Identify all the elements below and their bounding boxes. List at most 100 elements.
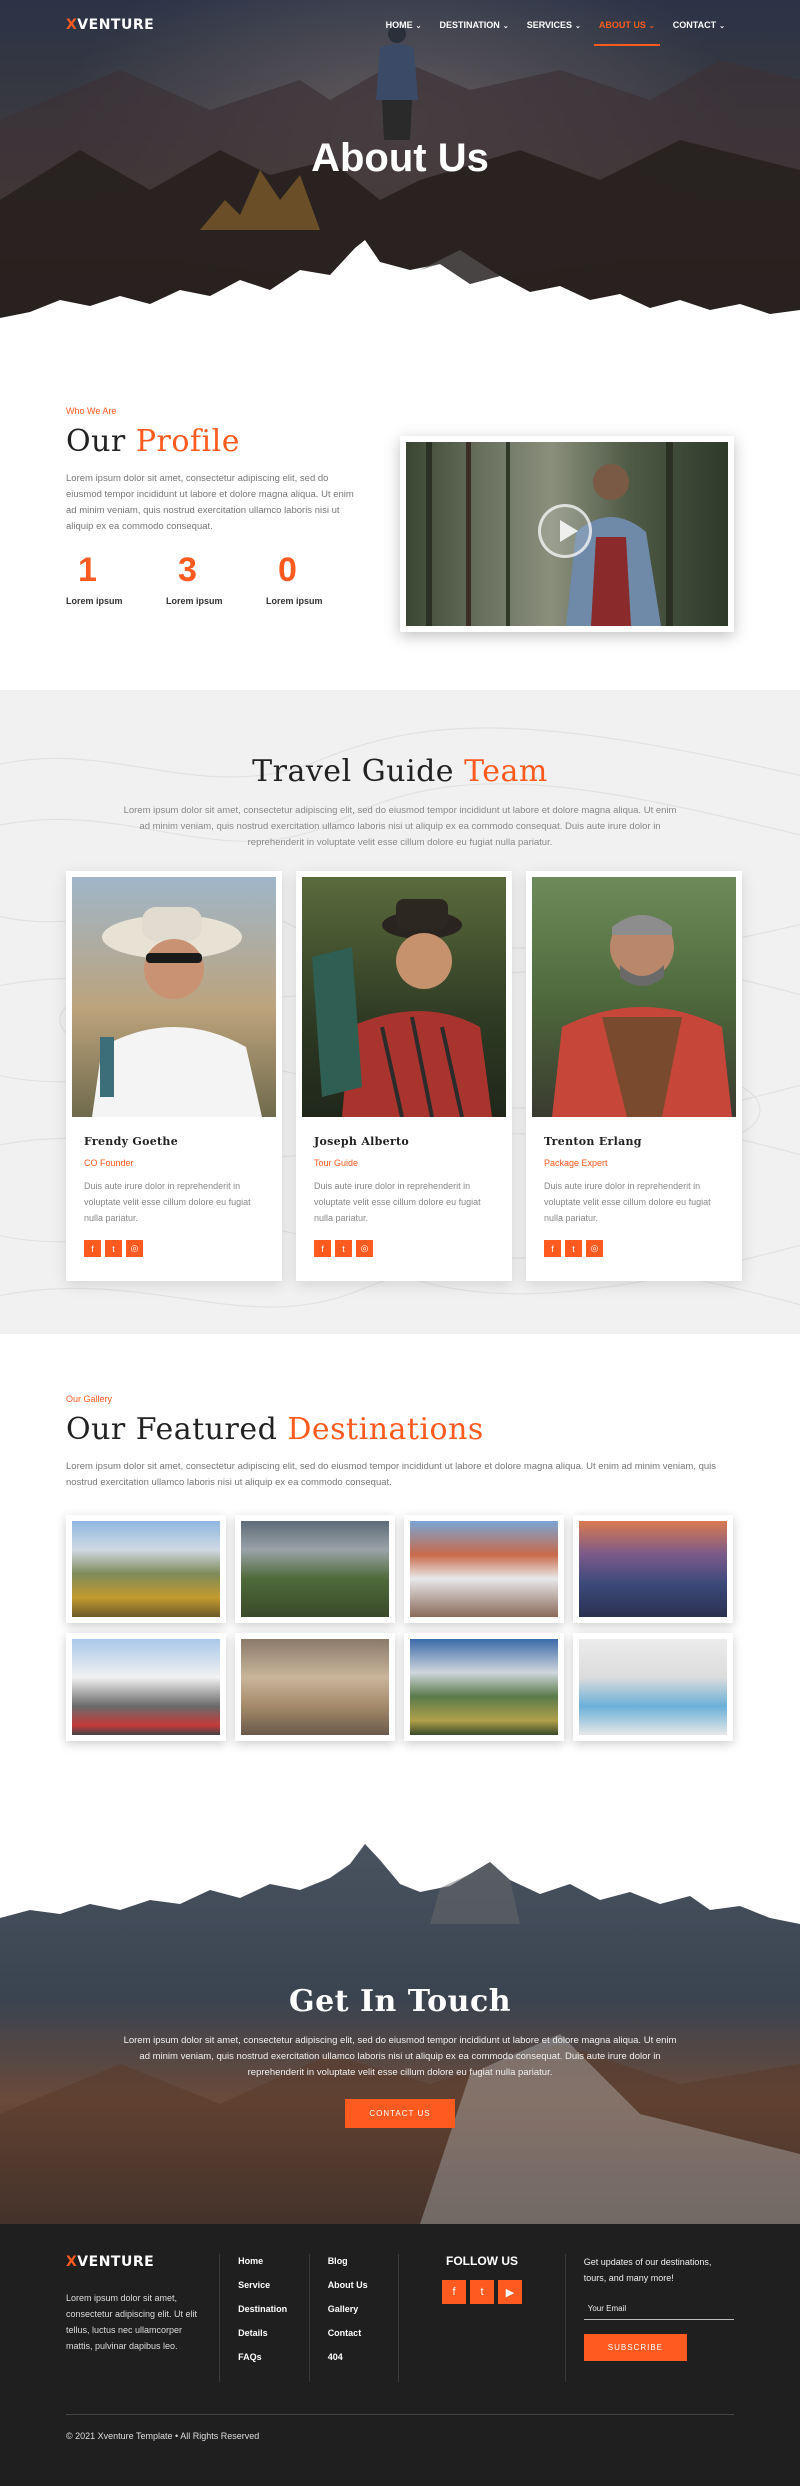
facebook-icon[interactable]: f [442,2280,467,2304]
follow-us-title: FOLLOW US [446,2254,519,2268]
contact-us-button[interactable]: CONTACT US [345,2099,455,2128]
chevron-down-icon: ⌄ [415,23,422,30]
chevron-down-icon: ⌄ [719,23,725,30]
gallery-text: Lorem ipsum dolor sit amet, consectetur … [66,1461,717,1488]
footer-link-contact[interactable]: Contact [328,2328,381,2338]
facebook-icon[interactable]: f [84,1240,101,1257]
team-card: Trenton Erlang Package Expert Duis aute … [526,871,742,1281]
twitter-icon[interactable]: t [335,1240,352,1257]
page-title: About Us [311,136,489,180]
profile-heading: Our Profile [66,424,240,459]
footer-link-details[interactable]: Details [238,2328,291,2338]
team-section: Travel Guide Team Lorem ipsum dolor sit … [0,690,800,1334]
footer-link-404[interactable]: 404 [328,2352,381,2362]
twitter-icon[interactable]: t [105,1240,122,1257]
gallery-image [72,1639,220,1735]
footer-link-destination[interactable]: Destination [238,2304,291,2314]
member-role: CO Founder [84,1158,134,1168]
play-icon[interactable] [538,504,592,558]
member-photo [532,877,736,1117]
divider [398,2254,400,2382]
nav-item-home[interactable]: HOME ⌄ [377,14,431,36]
footer-logo[interactable]: XVENTURE [66,2254,201,2270]
gallery-image [410,1521,558,1617]
team-text: Lorem ipsum dolor sit amet, consectetur … [123,805,677,848]
team-card: Joseph Alberto Tour Guide Duis aute irur… [296,871,512,1281]
team-heading: Travel Guide Team [252,754,548,789]
facebook-icon[interactable]: f [544,1240,561,1257]
gallery-tile[interactable] [404,1515,564,1623]
member-socials: f t ◎ [84,1240,264,1257]
twitter-icon[interactable]: t [470,2280,495,2304]
twitter-icon[interactable]: t [565,1240,582,1257]
gallery-image [410,1639,558,1735]
footer-about: Lorem ipsum dolor sit amet, consectetur … [66,2293,198,2351]
nav-item-services[interactable]: SERVICES ⌄ [518,14,590,36]
main-nav: XVENTURE HOME ⌄ DESTINATION ⌄ SERVICES ⌄ AB… [0,0,800,50]
gallery-tile[interactable] [404,1633,564,1741]
footer-links-col-2: Blog About Us Gallery Contact 404 [328,2254,381,2382]
footer: XVENTURE Lorem ipsum dolor sit amet, con… [0,2224,800,2486]
instagram-icon[interactable]: ◎ [356,1240,373,1257]
youtube-icon[interactable]: ▶ [498,2280,523,2304]
member-photo [72,877,276,1117]
nav-item-contact[interactable]: CONTACT ⌄ [664,14,734,36]
gallery-tile[interactable] [66,1515,226,1623]
nav-item-about-us[interactable]: ABOUT US ⌄ [590,14,664,46]
member-name: Trenton Erlang [544,1135,642,1148]
gallery-image [241,1639,389,1735]
member-desc: Duis aute irure dolor in reprehenderit i… [84,1181,251,1223]
footer-links-col-1: Home Service Destination Details FAQs [238,2254,291,2382]
subscribe-button[interactable]: SUBSCRIBE [583,2334,687,2361]
member-desc: Duis aute irure dolor in reprehenderit i… [544,1181,711,1223]
email-field[interactable]: Your Email [583,2300,734,2320]
divider [219,2254,221,2382]
gallery-tile[interactable] [66,1633,226,1741]
gallery-image [579,1521,727,1617]
footer-link-gallery[interactable]: Gallery [328,2304,381,2314]
cta-text: Lorem ipsum dolor sit amet, consectetur … [123,2035,677,2078]
footer-link-service[interactable]: Service [238,2280,291,2290]
instagram-icon[interactable]: ◎ [126,1240,143,1257]
gallery-tile[interactable] [235,1515,395,1623]
gallery-tile[interactable] [573,1515,733,1623]
divider [308,2254,310,2382]
newsletter-text: Get updates of our destinations, tours, … [583,2257,712,2283]
footer-socials: f t ▶ [417,2280,547,2304]
gallery-heading: Our Featured Destinations [66,1412,484,1447]
chevron-down-icon: ⌄ [502,23,509,30]
member-socials: f t ◎ [544,1240,724,1257]
member-desc: Duis aute irure dolor in reprehenderit i… [314,1181,481,1223]
divider [564,2254,566,2382]
nav-item-destination[interactable]: DESTINATION ⌄ [430,14,517,36]
member-name: Joseph Alberto [314,1135,410,1148]
member-role: Tour Guide [314,1158,359,1168]
member-photo [302,877,506,1117]
hero-section: XVENTURE HOME ⌄ DESTINATION ⌄ SERVICES ⌄ AB… [0,0,800,340]
nav-menu: HOME ⌄ DESTINATION ⌄ SERVICES ⌄ ABOUT US ⌄ C… [377,14,734,46]
counter: 0 Lorem ipsum [266,551,323,606]
logo[interactable]: XVENTURE [66,17,154,33]
member-socials: f t ◎ [314,1240,494,1257]
gallery-grid [66,1515,734,1741]
profile-eyebrow: Who We Are [66,406,117,416]
facebook-icon[interactable]: f [314,1240,331,1257]
profile-text: Lorem ipsum dolor sit amet, consectetur … [66,473,354,532]
profile-section: Who We Are Our Profile Lorem ipsum dolor… [0,340,800,690]
instagram-icon[interactable]: ◎ [586,1240,603,1257]
team-card: Frendy Goethe CO Founder Duis aute irure… [66,871,282,1281]
chevron-down-icon: ⌄ [575,23,581,30]
footer-link-home[interactable]: Home [238,2256,291,2266]
footer-link-faqs[interactable]: FAQs [238,2352,291,2362]
counter: 3 Lorem ipsum [166,551,223,606]
gallery-tile[interactable] [235,1633,395,1741]
footer-link-blog[interactable]: Blog [328,2256,381,2266]
gallery-tile[interactable] [573,1633,733,1741]
counters: 1 Lorem ipsum 3 Lorem ipsum 0 Lorem ipsum [66,551,366,606]
gallery-eyebrow: Our Gallery [66,1394,113,1404]
footer-link-about-us[interactable]: About Us [328,2280,381,2290]
gallery-image [72,1521,220,1617]
video-card[interactable] [400,436,734,632]
member-role: Package Expert [544,1158,608,1168]
chevron-down-icon: ⌄ [648,23,655,30]
